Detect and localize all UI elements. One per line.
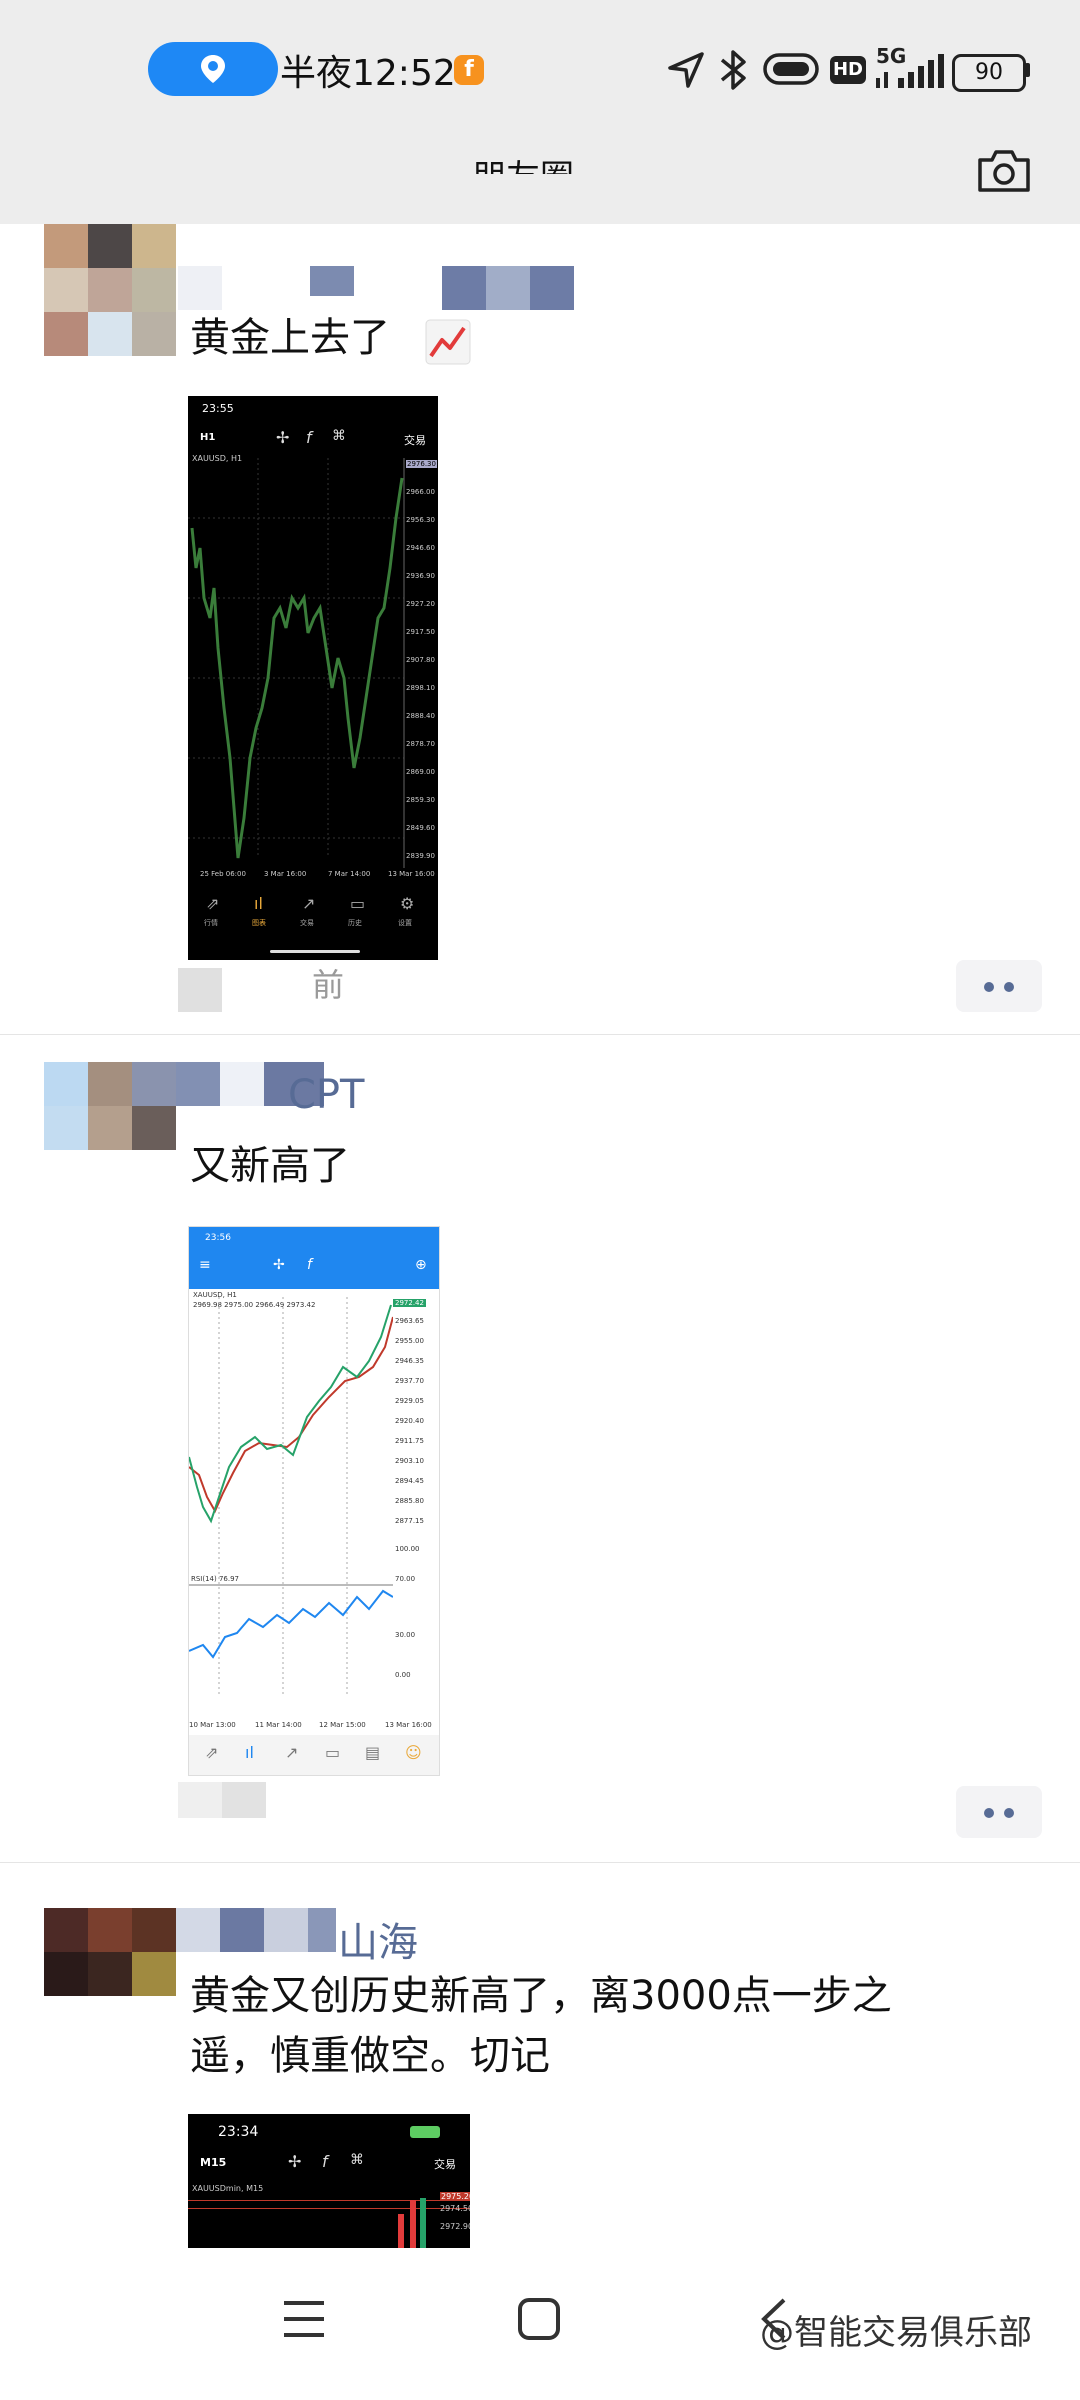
home-icon[interactable] — [516, 2296, 562, 2342]
shot-date: 13 Mar 16:00 — [385, 1721, 432, 1729]
more-actions-button[interactable] — [956, 1786, 1042, 1838]
shot-date: 3 Mar 16:00 — [264, 870, 307, 878]
shot-timeframe: M15 — [200, 2156, 227, 2169]
shot-date: 11 Mar 14:00 — [255, 1721, 302, 1729]
moments-header: 朋友圈 — [0, 140, 1080, 224]
battery-indicator: 90 — [952, 54, 1026, 92]
location-pin-icon — [201, 55, 225, 83]
post-text: 黄金上去了 — [190, 315, 390, 361]
shot-price: 2974.50 — [440, 2204, 470, 2213]
shot-price-axis: 2976.30 2966.00 2956.30 2946.60 2936.90 … — [406, 460, 437, 860]
shot-clock: 23:55 — [202, 402, 234, 415]
moment-post-2: CPT 又新高了 23:56 ≡ ✢ f ⊕ XAUUSD, H1 2969.9… — [0, 1062, 1080, 1862]
navigation-arrow-icon — [668, 52, 704, 88]
avatar[interactable] — [44, 1908, 176, 1996]
shot-rsi-label: RSI(14) 76.97 — [191, 1575, 240, 1583]
shot-add-icon: ⊕ — [415, 1257, 427, 1273]
user-name-obscured[interactable] — [178, 266, 578, 310]
shot-function-icon: f — [307, 1257, 312, 1273]
shot-tab-bar: ⇗ ıl ↗ ▭ ▤ ☺ — [189, 1735, 439, 1775]
post-text-line: 黄金又创历史新高了，离3000点一步之 — [190, 1973, 892, 2019]
shot-crosshair-icon: ✢ — [276, 428, 290, 447]
watermark: @智能交易俱乐部 — [760, 2313, 1032, 2353]
app-notification-icon: f — [454, 55, 484, 85]
name-obscured-block — [176, 1908, 220, 1952]
shot-crosshair-icon: ✢ — [273, 1257, 285, 1273]
shot-price: 2975.20 — [440, 2192, 470, 2201]
recent-apps-icon[interactable] — [282, 2298, 326, 2340]
shot-function-icon: f — [322, 2152, 328, 2171]
battery-tip — [1025, 63, 1030, 77]
shot-trade-label: 交易 — [404, 434, 426, 447]
shot-function-icon: f — [306, 428, 312, 447]
avatar[interactable] — [44, 1062, 176, 1194]
location-pill[interactable] — [148, 42, 278, 96]
shot-crosshair-icon: ✢ — [288, 2152, 302, 2171]
hd-badge: HD — [830, 56, 866, 84]
shot-objects-icon: ⌘ — [332, 428, 346, 444]
moment-post-1: 黄金上去了 23:55 H1 ✢ f ⌘ 交易 XAUUSD, H1 2976.… — [0, 224, 1080, 1034]
avatar[interactable] — [44, 224, 176, 356]
page-title: 朋友圈 — [472, 150, 574, 174]
post-text: 又新高了 — [190, 1143, 350, 1189]
more-actions-button[interactable] — [956, 960, 1042, 1012]
shot-timeframe: H1 — [200, 432, 216, 443]
status-bar: 半夜12:52 f HD 5G 90 — [0, 0, 1080, 140]
shot-price-chart — [188, 458, 405, 868]
status-time: 半夜12:52 — [280, 53, 456, 94]
shot-symbol: XAUUSDmin, M15 — [192, 2184, 264, 2193]
chart-increasing-emoji — [425, 319, 471, 365]
post-time: 前 — [312, 966, 345, 1004]
shot-price-axis: 2963.65 2955.00 2946.35 2937.70 2929.05 … — [395, 1317, 424, 1679]
image-thumbnail[interactable]: 23:55 H1 ✢ f ⌘ 交易 XAUUSD, H1 2976.30 296… — [188, 396, 438, 960]
user-name[interactable]: 山海 — [338, 1910, 418, 1968]
time-obscured — [178, 1782, 222, 1818]
user-name[interactable]: CPT — [288, 1072, 364, 1118]
shot-date: 10 Mar 13:00 — [189, 1721, 236, 1729]
shot-date: 13 Mar 16:00 — [388, 870, 435, 878]
moment-post-3: 山海 黄金又创历史新高了，离3000点一步之 遥，慎重做空。切记 23:34 M… — [0, 1908, 1080, 2250]
divider — [0, 1034, 1080, 1035]
shot-clock: 23:56 — [205, 1233, 231, 1243]
shot-objects-icon: ⌘ — [350, 2152, 364, 2168]
shot-candle-chart — [189, 1297, 393, 1697]
bluetooth-icon — [720, 50, 746, 90]
image-thumbnail[interactable]: 23:56 ≡ ✢ f ⊕ XAUUSD, H1 2969.98 2975.00… — [188, 1226, 440, 1776]
shot-clock: 23:34 — [218, 2124, 259, 2140]
divider — [0, 1862, 1080, 1863]
shot-trade-label: 交易 — [434, 2158, 456, 2171]
name-obscured-block — [176, 1062, 220, 1106]
shot-date: 12 Mar 15:00 — [319, 1721, 366, 1729]
post-text-line: 遥，慎重做空。切记 — [190, 2033, 550, 2079]
camera-icon[interactable] — [976, 148, 1032, 194]
shot-price-tag: 2972.42 — [393, 1299, 426, 1307]
shot-date: 7 Mar 14:00 — [328, 870, 371, 878]
image-thumbnail[interactable]: 23:34 M15 ✢ f ⌘ 交易 XAUUSDmin, M15 2975.2… — [188, 2114, 470, 2248]
post-text: 黄金又创历史新高了，离3000点一步之 遥，慎重做空。切记 — [190, 1966, 1050, 2086]
shot-date: 25 Feb 06:00 — [200, 870, 246, 878]
shot-tab-bar: ⇗ ıl ↗ ▭ ⚙ 行情 图表 交易 历史 设置 — [188, 884, 438, 960]
shot-menu-icon: ≡ — [199, 1257, 211, 1273]
vibration-icon — [763, 53, 819, 85]
signal-icon — [876, 54, 944, 88]
shot-price: 2972.90 — [440, 2222, 470, 2231]
time-obscured — [178, 968, 222, 1012]
